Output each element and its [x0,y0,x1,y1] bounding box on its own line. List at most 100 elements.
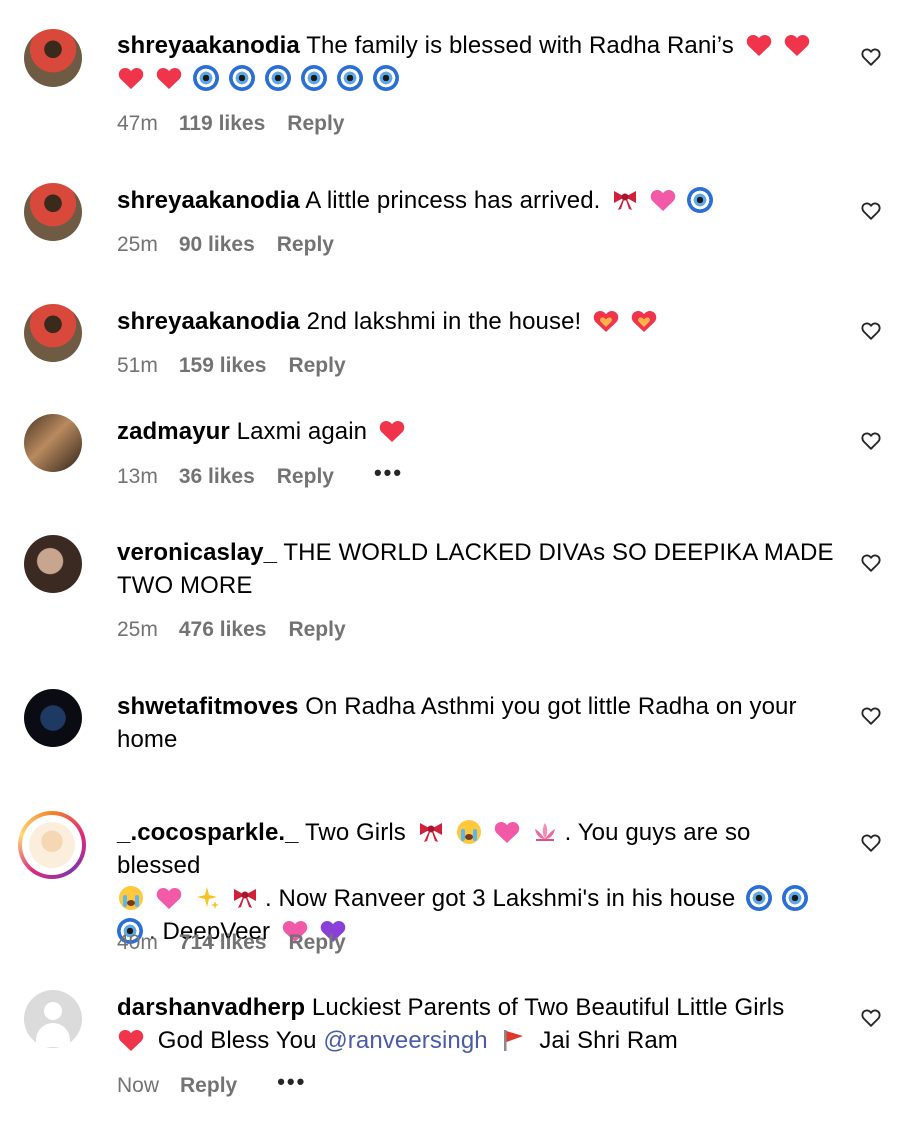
avatar[interactable] [24,414,82,472]
pink-heart-emoji [156,887,182,909]
comment-text: shreyaakanodia 2nd lakshmi in the house! [117,305,837,338]
timestamp[interactable]: Now [117,1074,159,1098]
default-avatar-body [36,1023,70,1047]
red-heart-emoji [746,34,771,56]
red-heart-emoji [156,67,182,89]
username[interactable]: shreyaakanodia [117,308,300,335]
avatar-story-ring[interactable] [18,811,86,879]
crying-face-emoji [456,819,481,844]
mention-link[interactable]: @ranveersingh [323,1027,487,1054]
username[interactable]: darshanvadherp [117,994,305,1021]
red-heart-emoji [118,1029,144,1051]
timestamp[interactable]: 47m [117,112,158,136]
evil-eye-emoji [687,186,714,213]
username[interactable]: _.cocosparkle._ [117,819,299,846]
sparkles-emoji [197,886,219,909]
reply-button[interactable]: Reply [277,233,334,257]
evil-eye-emoji [193,64,219,91]
username[interactable]: zadmayur [117,418,230,445]
comment-text: _.cocosparkle._ Two Girls . You guys are… [117,816,837,948]
ribbon-emoji [614,190,637,210]
comment-body: A little princess has arrived. [305,187,601,214]
likes-count[interactable]: 119 likes [179,112,265,136]
likes-count[interactable]: 476 likes [179,618,267,642]
comment-body: THE WORLD LACKED DIVAs SO DEEPIKA MADE [283,539,834,566]
comment-text: shreyaakanodia A little princess has arr… [117,184,837,217]
red-heart-emoji [118,67,144,89]
timestamp[interactable]: 25m [117,618,158,642]
comment-body: Two Girls [304,819,406,846]
avatar-border [22,815,82,875]
like-heart-icon[interactable] [860,1007,882,1029]
avatar[interactable] [24,183,82,241]
default-avatar-head [44,1002,62,1020]
reply-button[interactable]: Reply [277,465,334,489]
heart-on-fire-emoji [631,310,657,332]
reply-button[interactable]: Reply [288,354,345,378]
avatar[interactable] [24,535,82,593]
username[interactable]: shreyaakanodia [117,187,300,214]
like-heart-icon[interactable] [860,200,882,222]
timestamp[interactable]: 13m [117,465,158,489]
comment-body-line2: TWO MORE [117,572,253,599]
evil-eye-emoji [373,64,399,91]
timestamp[interactable]: 40m [117,931,158,955]
comment-meta: 51m 159 likes Reply [117,354,346,378]
username[interactable]: shreyaakanodia [117,32,300,59]
comment-body: God Bless You [157,1027,317,1054]
comment-meta: 25m 90 likes Reply [117,233,334,257]
comment-body: On Radha Asthmi you got little Radha on … [305,693,797,720]
comment-text: zadmayur Laxmi again [117,415,837,448]
comment-meta: 13m 36 likes Reply ••• [117,460,403,490]
like-heart-icon[interactable] [860,705,882,727]
comment-body: Jai Shri Ram [539,1027,678,1054]
likes-count[interactable]: 90 likes [179,233,255,257]
username[interactable]: shwetafitmoves [117,693,298,720]
like-heart-icon[interactable] [860,320,882,342]
comment-body: . Now Ranveer got 3 Lakshmi's in his hou… [265,885,736,912]
more-options-icon[interactable]: ••• [374,460,403,486]
timestamp[interactable]: 51m [117,354,158,378]
reply-button[interactable]: Reply [180,1074,237,1098]
more-options-icon[interactable]: ••• [277,1069,306,1095]
avatar[interactable] [24,304,82,362]
comment-body: The family is blessed with Radha Rani’s [306,32,734,59]
likes-count[interactable]: 714 likes [179,931,267,955]
evil-eye-emoji [301,64,327,91]
reply-button[interactable]: Reply [287,112,344,136]
crying-face-emoji [119,885,143,910]
comment-meta: 40m 714 likes Reply [117,931,346,955]
evil-eye-emoji [265,64,291,91]
avatar[interactable] [24,689,82,747]
ribbon-emoji [234,888,256,908]
comment-text: shreyaakanodia The family is blessed wit… [117,29,837,95]
like-heart-icon[interactable] [860,430,882,452]
username[interactable]: veronicaslay_ [117,539,277,566]
likes-count[interactable]: 36 likes [179,465,255,489]
comment-text: darshanvadherp Luckiest Parents of Two B… [117,991,837,1057]
timestamp[interactable]: 25m [117,233,158,257]
reply-button[interactable]: Reply [288,931,345,955]
comment-body: Luckiest Parents of Two Beautiful Little… [311,994,785,1021]
reply-button[interactable]: Reply [288,618,345,642]
like-heart-icon[interactable] [860,46,882,68]
comment-meta: 25m 476 likes Reply [117,618,346,642]
comment-meta: Now Reply ••• [117,1069,306,1099]
likes-count[interactable]: 159 likes [179,354,267,378]
comment-body-line2: home [117,726,178,753]
evil-eye-emoji [229,64,255,91]
like-heart-icon[interactable] [860,552,882,574]
avatar[interactable] [24,29,82,87]
pink-heart-emoji [494,821,519,843]
pink-heart-emoji [650,189,676,211]
like-heart-icon[interactable] [860,832,882,854]
comment-meta: 47m 119 likes Reply [117,112,344,136]
heart-on-fire-emoji [593,310,619,332]
ribbon-emoji [419,822,442,842]
avatar[interactable] [24,990,82,1048]
comment-body: 2nd lakshmi in the house! [306,308,582,335]
red-heart-emoji [379,420,405,442]
evil-eye-emoji [782,884,809,911]
lotus-emoji [534,822,555,841]
comment-text: shwetafitmoves On Radha Asthmi you got l… [117,690,837,756]
